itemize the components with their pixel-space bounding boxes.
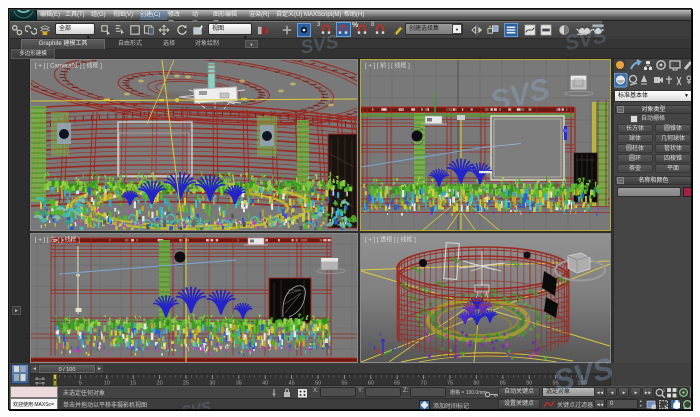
svg-text:[ + ] [ 左 ] [ 线框 ]: [ + ] [ 左 ] [ 线框 ] [35,236,80,244]
svg-text:[ + ] [ Camera01 ] [ 线框 ]: [ + ] [ Camera01 ] [ 线框 ] [35,62,102,70]
svg-text:z: z [379,332,382,338]
svg-text:[ + ] [ 前 ] [ 线框 ]: [ + ] [ 前 ] [ 线框 ] [365,62,410,70]
svg-text:[ + ] [ 透视 ] [ 线框 ]: [ + ] [ 透视 ] [ 线框 ] [365,236,416,244]
svg-text:x: x [368,342,371,348]
svg-text:y: y [395,345,398,351]
